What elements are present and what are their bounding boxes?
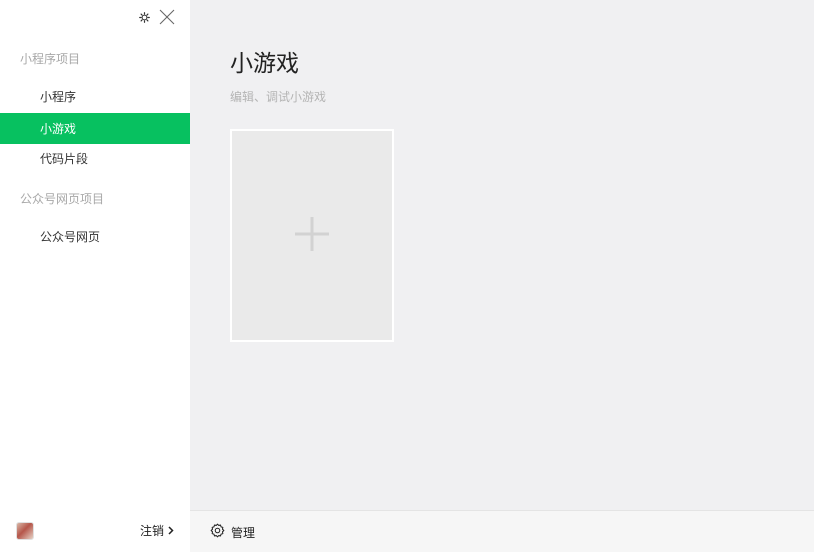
sidebar-item-minigame[interactable]: 小游戏 (0, 113, 190, 144)
logout-button[interactable]: 注销 (140, 522, 174, 539)
avatar[interactable] (16, 522, 34, 540)
sidebar-item-label: 小程序 (40, 90, 77, 104)
sidebar-footer: 注销 (0, 510, 190, 552)
section-title-official-account: 公众号网页项目 (20, 192, 105, 206)
main-footer: 管理 (190, 510, 814, 552)
sidebar-item-label: 小游戏 (40, 122, 77, 136)
sidebar-item-code-snippet[interactable]: 代码片段 (0, 143, 190, 174)
sidebar-item-label: 代码片段 (40, 152, 89, 166)
chevron-right-icon (168, 524, 174, 538)
create-project-card[interactable] (230, 129, 394, 342)
sidebar-item-miniprogram[interactable]: 小程序 (0, 81, 190, 112)
sidebar: 小程序项目 小程序 小游戏 代码片段 公众号网页项目 公众号网页 注销 (0, 0, 190, 552)
section-title-miniprogram: 小程序项目 (20, 52, 81, 66)
sidebar-item-label: 公众号网页 (40, 230, 101, 244)
logout-label: 注销 (139, 524, 164, 538)
manage-button[interactable]: 管理 (210, 523, 255, 541)
gear-icon (210, 523, 225, 541)
page-subtitle: 编辑、调试小游戏 (230, 90, 327, 104)
settings-icon[interactable] (139, 11, 150, 23)
plus-icon (294, 216, 330, 256)
manage-label: 管理 (231, 525, 256, 540)
app-window: 小程序项目 小程序 小游戏 代码片段 公众号网页项目 公众号网页 注销 小游戏 … (0, 0, 814, 552)
close-icon[interactable] (158, 8, 176, 26)
main-content: 小游戏 编辑、调试小游戏 (190, 0, 814, 510)
sidebar-top-icons (139, 8, 176, 26)
page-title: 小游戏 (230, 51, 299, 77)
sidebar-item-official-account-web[interactable]: 公众号网页 (0, 221, 190, 252)
